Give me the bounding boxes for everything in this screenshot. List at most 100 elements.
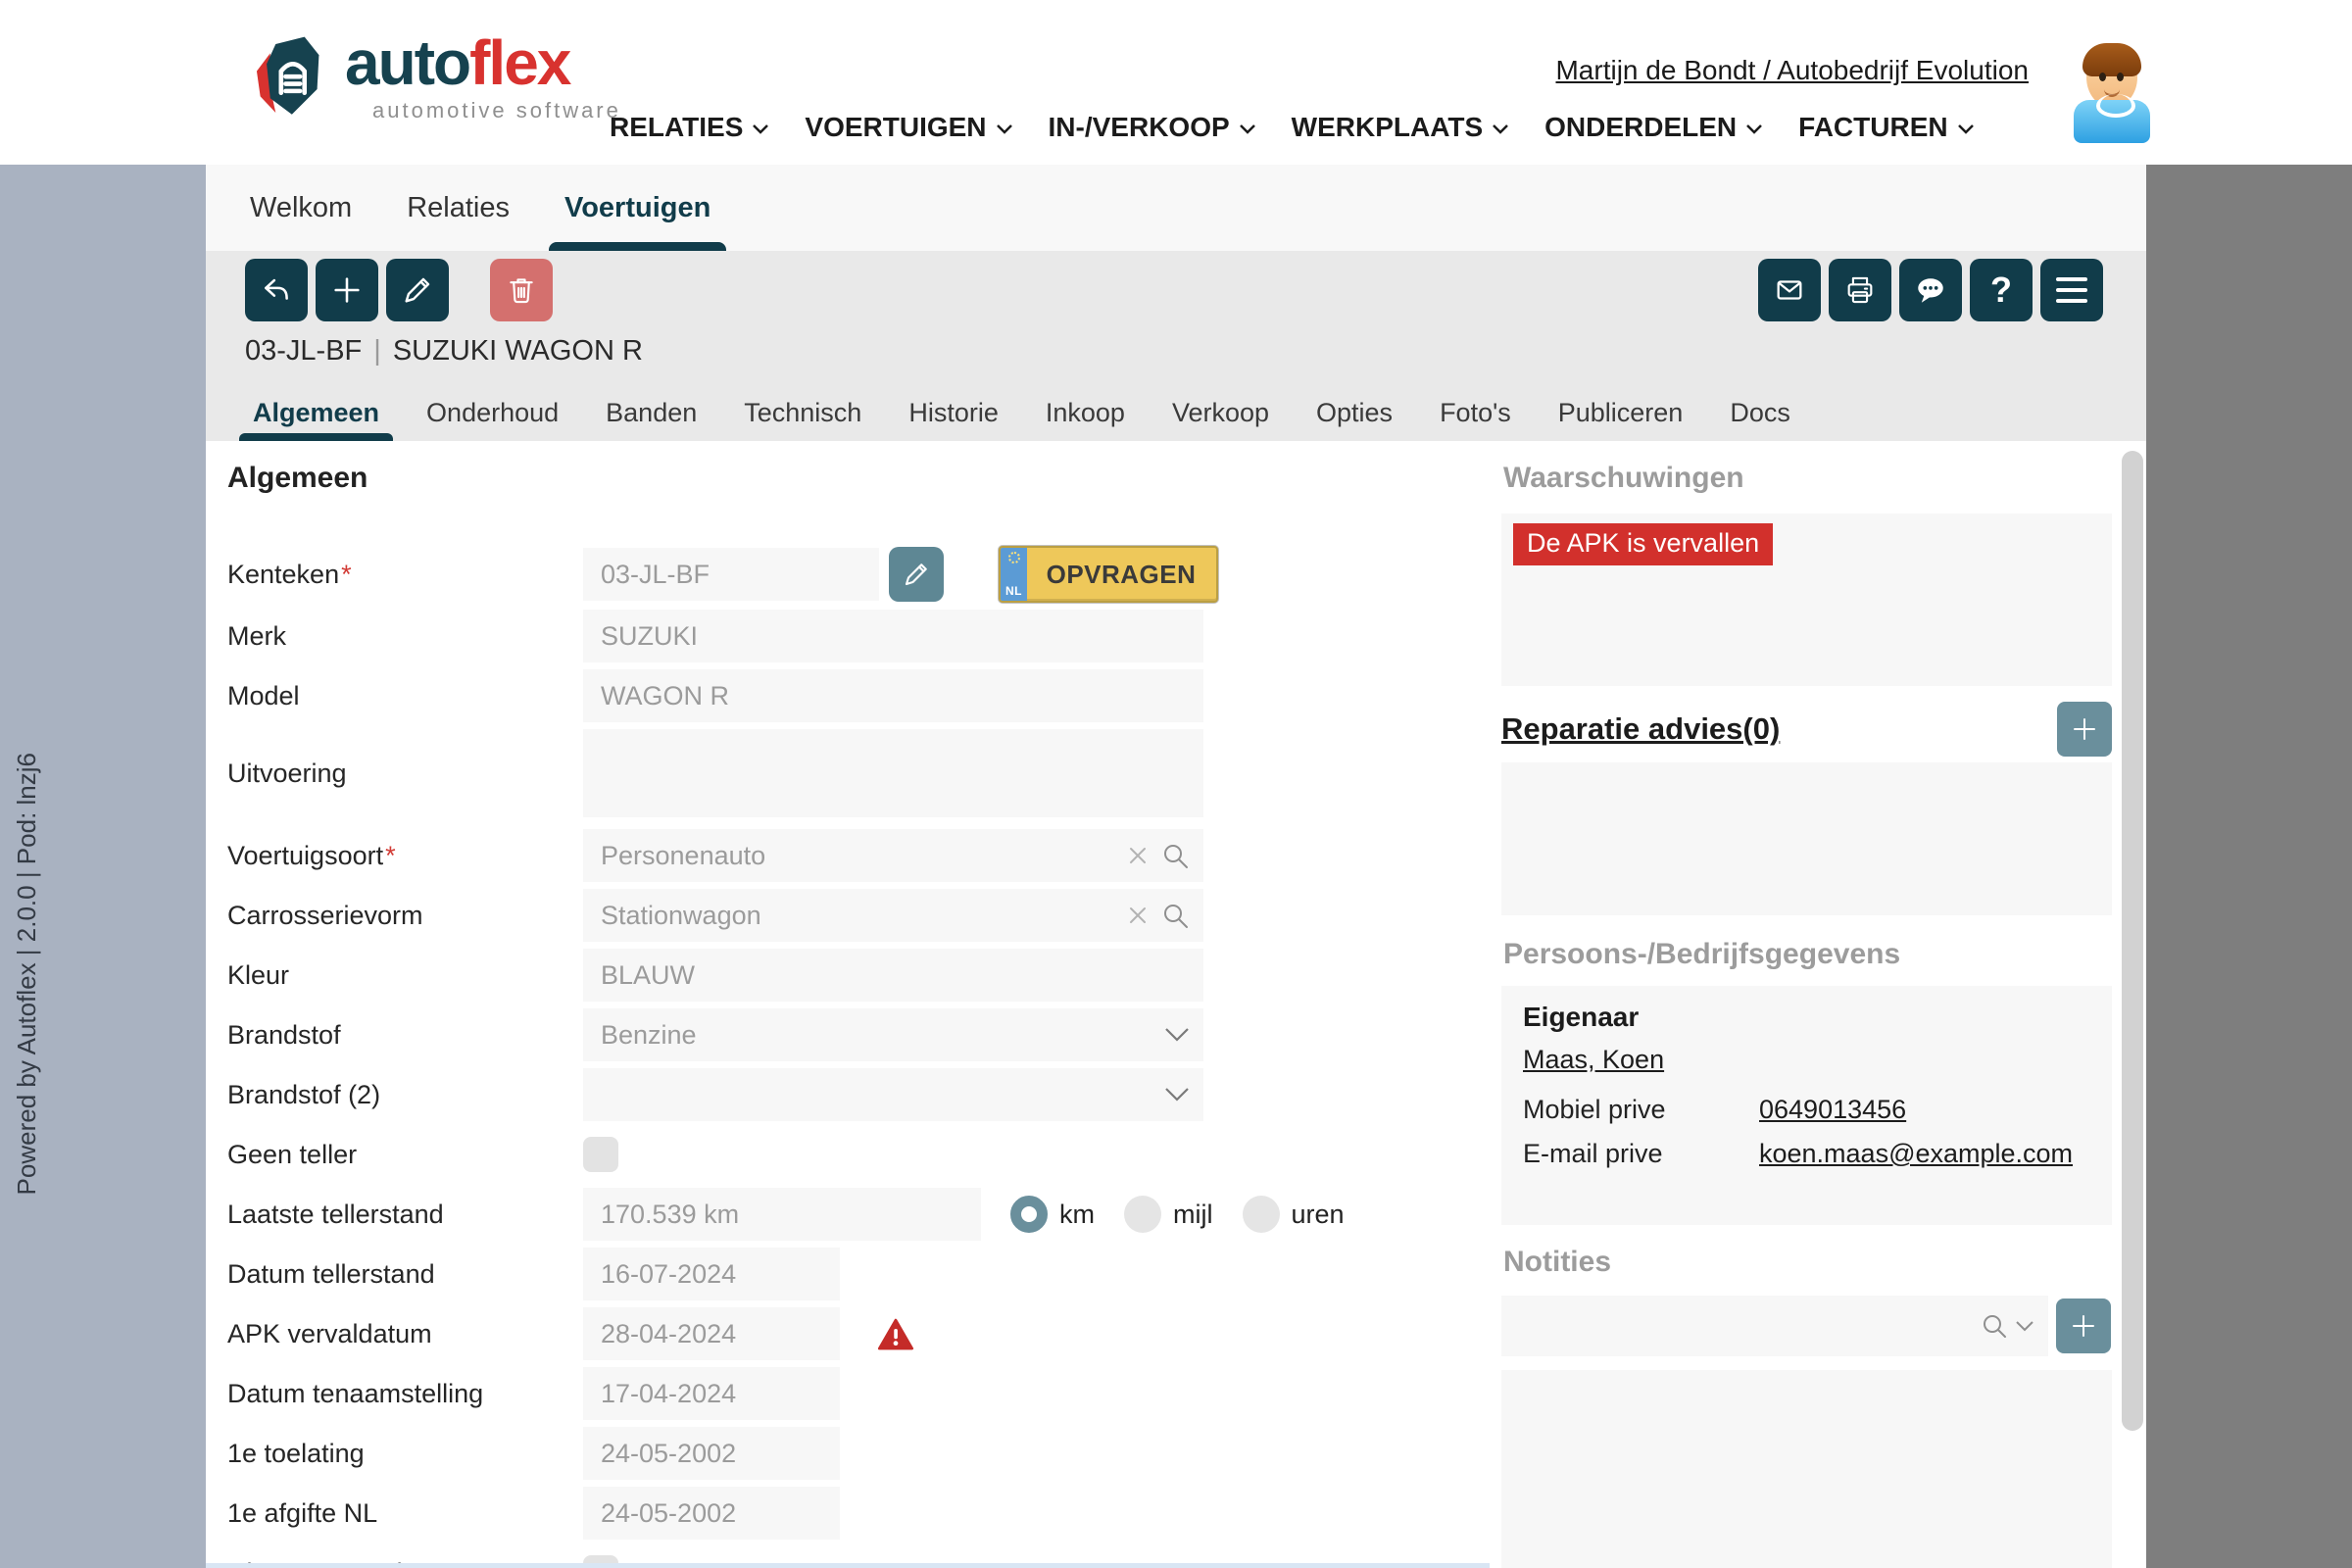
carrosserievorm-field[interactable]: Stationwagon bbox=[583, 889, 1203, 942]
subtab-docs[interactable]: Docs bbox=[1706, 384, 1814, 441]
subtab-verkoop[interactable]: Verkoop bbox=[1149, 384, 1293, 441]
tab-voertuigen[interactable]: Voertuigen bbox=[564, 165, 710, 251]
form-row-brandstof: Brandstof Benzine bbox=[227, 1008, 1354, 1061]
datum-tenaamstelling-field[interactable]: 17-04-2024 bbox=[583, 1367, 840, 1420]
form-row-datum-tenaamstelling: Datum tenaamstelling 17-04-2024 bbox=[227, 1367, 1354, 1420]
help-button[interactable]: ? bbox=[1970, 259, 2033, 321]
main-navigation: RELATIES VOERTUIGEN IN-/VERKOOP WERKPLAA… bbox=[610, 112, 1975, 143]
datum-tellerstand-field[interactable]: 16-07-2024 bbox=[583, 1248, 840, 1300]
content-window: Welkom Relaties Voertuigen bbox=[206, 165, 2146, 1568]
required-asterisk: * bbox=[385, 841, 396, 870]
1e-afgifte-nl-field[interactable]: 24-05-2002 bbox=[583, 1487, 840, 1540]
workspace: Powered by Autoflex | 2.0.0 | Pod: lnzj6… bbox=[0, 165, 2352, 1568]
uitvoering-field[interactable] bbox=[583, 729, 1203, 817]
delete-button[interactable] bbox=[490, 259, 553, 321]
detail-tab-bar: Algemeen Onderhoud Banden Technisch Hist… bbox=[229, 384, 1814, 441]
mail-icon bbox=[1773, 273, 1806, 307]
geen-teller-checkbox[interactable] bbox=[583, 1137, 618, 1172]
menu-button[interactable] bbox=[2040, 259, 2103, 321]
radio-selected-icon bbox=[1010, 1196, 1048, 1233]
subtab-publiceren[interactable]: Publiceren bbox=[1535, 384, 1707, 441]
title-separator: | bbox=[373, 335, 381, 368]
clear-icon[interactable] bbox=[1127, 845, 1149, 866]
edit-icon bbox=[401, 273, 434, 307]
subtab-inkoop[interactable]: Inkoop bbox=[1022, 384, 1149, 441]
nav-relaties[interactable]: RELATIES bbox=[610, 112, 769, 143]
laatste-tellerstand-field[interactable]: 170.539 km bbox=[583, 1188, 981, 1241]
1e-toelating-field[interactable]: 24-05-2002 bbox=[583, 1427, 840, 1480]
add-notitie-button[interactable] bbox=[2056, 1298, 2111, 1353]
email-prive-label: E-mail prive bbox=[1523, 1139, 1759, 1169]
form-row-brandstof2: Brandstof (2) bbox=[227, 1068, 1354, 1121]
nav-facturen[interactable]: FACTUREN bbox=[1798, 112, 1974, 143]
subtab-fotos[interactable]: Foto's bbox=[1416, 384, 1535, 441]
brandstof-select[interactable]: Benzine bbox=[583, 1008, 1203, 1061]
eu-stars-icon bbox=[1008, 552, 1020, 564]
user-account-link[interactable]: Martijn de Bondt / Autobedrijf Evolution bbox=[1555, 55, 2029, 86]
reparatie-advies-link[interactable]: Reparatie advies(0) bbox=[1501, 711, 1780, 747]
subtab-historie[interactable]: Historie bbox=[885, 384, 1022, 441]
subtab-technisch[interactable]: Technisch bbox=[720, 384, 885, 441]
datum-tellerstand-label: Datum tellerstand bbox=[227, 1259, 435, 1289]
opvragen-button[interactable]: NL OPVRAGEN bbox=[999, 546, 1218, 603]
search-icon[interactable] bbox=[1160, 901, 1190, 930]
info-panel: Waarschuwingen De APK is vervallen Repar… bbox=[1501, 441, 2112, 1568]
form-row-laatste-tellerstand: Laatste tellerstand 170.539 km km mijl bbox=[227, 1188, 1354, 1241]
add-icon bbox=[2069, 1311, 2098, 1341]
1e-afgifte-nl-label: 1e afgifte NL bbox=[227, 1498, 377, 1528]
subtab-banden[interactable]: Banden bbox=[582, 384, 720, 441]
subtab-onderhoud[interactable]: Onderhoud bbox=[403, 384, 582, 441]
subtab-opties[interactable]: Opties bbox=[1293, 384, 1416, 441]
apk-alert-badge: De APK is vervallen bbox=[1513, 523, 1773, 565]
apk-vervaldatum-field[interactable]: 28-04-2024 bbox=[583, 1307, 840, 1360]
brandstof2-select[interactable] bbox=[583, 1068, 1203, 1121]
panel-scrollbar[interactable] bbox=[2122, 451, 2143, 1558]
back-button[interactable] bbox=[245, 259, 308, 321]
tab-welkom[interactable]: Welkom bbox=[250, 165, 352, 251]
voertuigsoort-field[interactable]: Personenauto bbox=[583, 829, 1203, 882]
scrollbar-thumb[interactable] bbox=[2122, 451, 2143, 1431]
brandstof-label: Brandstof bbox=[227, 1020, 341, 1050]
subtab-algemeen[interactable]: Algemeen bbox=[229, 384, 403, 441]
print-button[interactable] bbox=[1829, 259, 1891, 321]
chat-button[interactable] bbox=[1899, 259, 1962, 321]
back-icon bbox=[260, 273, 293, 307]
merk-field[interactable]: SUZUKI bbox=[583, 610, 1203, 662]
add-reparatie-button[interactable] bbox=[2057, 702, 2112, 757]
tab-relaties[interactable]: Relaties bbox=[407, 165, 510, 251]
unit-radio-km[interactable]: km bbox=[1010, 1196, 1095, 1233]
autoflex-logo[interactable]: autoflex automotive software bbox=[245, 31, 621, 125]
autoflex-app: autoflex automotive software RELATIES VO… bbox=[0, 0, 2352, 1568]
search-icon[interactable] bbox=[1160, 841, 1190, 870]
model-field[interactable]: WAGON R bbox=[583, 669, 1203, 722]
kenteken-edit-button[interactable] bbox=[889, 547, 944, 602]
nav-voertuigen[interactable]: VOERTUIGEN bbox=[805, 112, 1012, 143]
unit-radio-uren[interactable]: uren bbox=[1243, 1196, 1345, 1233]
notities-search-input[interactable] bbox=[1501, 1296, 2048, 1356]
toolbar: ? bbox=[245, 259, 2103, 321]
email-button[interactable] bbox=[1758, 259, 1821, 321]
mobiel-prive-link[interactable]: 0649013456 bbox=[1759, 1095, 1906, 1125]
trash-icon bbox=[505, 273, 538, 307]
edit-button[interactable] bbox=[386, 259, 449, 321]
kleur-field[interactable]: BLAUW bbox=[583, 949, 1203, 1002]
chevron-down-icon[interactable] bbox=[2015, 1320, 2034, 1333]
unit-radio-mijl[interactable]: mijl bbox=[1124, 1196, 1213, 1233]
owner-link[interactable]: Maas, Koen bbox=[1523, 1045, 1664, 1075]
nav-in-verkoop[interactable]: IN-/VERKOOP bbox=[1049, 112, 1256, 143]
form-row-1e-afgifte-nl: 1e afgifte NL 24-05-2002 bbox=[227, 1487, 1354, 1540]
nav-onderdelen[interactable]: ONDERDELEN bbox=[1544, 112, 1763, 143]
form-row-model: Model WAGON R bbox=[227, 669, 1354, 722]
clear-icon[interactable] bbox=[1127, 905, 1149, 926]
powered-by-text: Powered by Autoflex | 2.0.0 | Pod: lnzj6 bbox=[12, 753, 42, 1195]
user-avatar[interactable] bbox=[2074, 43, 2150, 143]
add-button[interactable] bbox=[316, 259, 378, 321]
search-icon[interactable] bbox=[1980, 1311, 2009, 1341]
form-section-title: Algemeen bbox=[227, 461, 1354, 496]
logo-word-auto: auto bbox=[345, 27, 469, 98]
kenteken-label: Kenteken bbox=[227, 560, 339, 589]
nav-werkplaats[interactable]: WERKPLAATS bbox=[1292, 112, 1509, 143]
email-prive-link[interactable]: koen.maas@example.com bbox=[1759, 1139, 2073, 1169]
kenteken-field[interactable]: 03-JL-BF bbox=[583, 548, 879, 601]
logo-tagline: automotive software bbox=[372, 100, 621, 122]
